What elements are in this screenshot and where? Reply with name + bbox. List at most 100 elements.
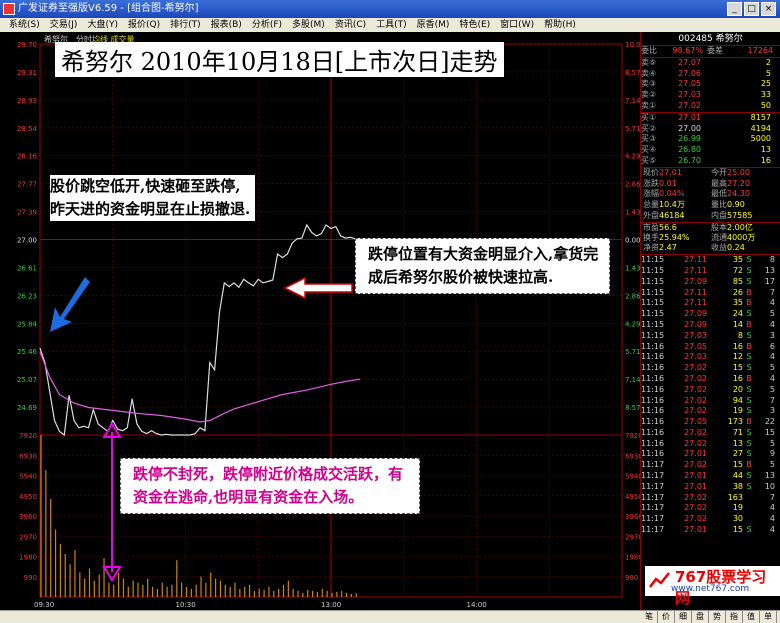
order-volume: 5000 [750,134,771,144]
menu-market[interactable]: 大盘(Y) [82,18,123,32]
buy-orders: 买① 27.01 8157 买② 27.00 4194 买③ 26.99 5000 买④ 26.80… [641,111,780,167]
tick-volume: 38 [732,481,743,491]
tick-row: 11:17 27.02 163 7 [641,493,780,504]
tick-row: 11:17 27.01 15 S 4 [641,525,780,536]
tick-direction: S [746,255,752,265]
tick-direction: S [746,363,752,373]
order-price: 26.99 [678,134,701,144]
tick-volume: 163 [727,492,743,502]
tick-count: 15 [764,427,775,437]
tick-volume: 173 [727,417,743,427]
stat-pair: 市盈56.6 [641,223,709,233]
stat-pair: 外盘46184 [641,211,709,222]
stat-value: 46184 [659,210,685,220]
menu-rank[interactable]: 排行(T) [165,18,206,32]
tick-list: 11:15 27.11 35 S 8 11:15 27.11 72 S 13 11:15 27.09 8… [641,254,780,536]
tick-direction: B [746,341,752,351]
weicha-label: 委差 [707,46,723,55]
tick-count: 7 [769,395,775,405]
tick-time: 11:16 [641,363,665,373]
tick-price: 27.09 [684,276,707,286]
close-button[interactable]: × [761,2,776,16]
menu-trade[interactable]: 交易(J) [45,18,83,32]
menu-multi[interactable]: 多股(M) [287,18,330,32]
bottom-tab[interactable]: 值 [743,611,760,623]
bottom-tab[interactable]: 盘 [692,611,709,623]
tick-volume: 35 [732,298,743,308]
stat-key: 最高 [711,178,727,188]
tick-row: 11:17 27.02 30 4 [641,514,780,525]
tick-count: 17 [764,276,775,286]
tick-time: 11:16 [641,417,665,427]
price-tick-label: 29.70 [17,41,37,49]
pct-tick-label: 0.00% [625,237,640,245]
tick-count: 7 [769,287,775,297]
volume-tick-label-right: 990 [625,574,638,582]
menu-bar: 系统(S) 交易(J) 大盘(Y) 报价(Q) 排行(T) 报表(B) 分析(F… [0,18,780,32]
tick-direction: B [746,373,752,383]
menu-origin[interactable]: 原香(M) [412,18,455,32]
bottom-tab[interactable]: 势 [709,611,726,623]
stat-pair: 现价27.01 [641,168,709,179]
pct-tick-label: 1.43% [625,209,640,217]
volume-tick-label: 3960 [19,513,37,521]
price-tick-label: 29.31 [17,69,37,77]
menu-tools[interactable]: 工具(T) [371,18,412,32]
bottom-tab[interactable]: 指 [726,611,743,623]
stat-row: 涨跌0.01 最高27.20 [641,179,780,190]
annotation-left: 股价跳空低开,快速砸至跌停,昨天进的资金明显在止损撤退. [50,175,255,221]
price-tick-label: 26.23 [17,292,37,300]
menu-help[interactable]: 帮助(H) [539,18,581,32]
price-tick-label: 25.46 [17,348,38,356]
bottom-tab[interactable]: 细 [675,611,692,623]
stat-row: 现价27.01 今开25.00 [641,168,780,179]
time-label: 10:30 [176,601,196,609]
stat-value: 0.24 [727,243,745,253]
buy-order-row: 买⑤ 26.70 16 [641,156,780,167]
tick-count: 4 [769,503,775,513]
tick-row: 11:16 27.02 71 S 15 [641,428,780,439]
tick-direction: S [746,481,752,491]
menu-info[interactable]: 资讯(C) [330,18,371,32]
menu-window[interactable]: 窗口(W) [495,18,539,32]
tick-volume: 35 [732,255,743,265]
menu-system[interactable]: 系统(S) [4,18,45,32]
volume-tick-label-right: 5940 [625,473,640,481]
tick-price: 27.01 [684,471,707,481]
tick-count: 8 [769,255,775,265]
order-volume: 16 [760,155,771,165]
tick-direction: S [746,395,752,405]
bottom-tab[interactable]: 价 [658,611,675,623]
maximize-button[interactable]: □ [744,2,759,16]
order-price: 27.03 [678,90,701,100]
bottom-tab[interactable]: 笔 [641,611,658,623]
tick-row: 11:16 27.03 12 S 4 [641,352,780,363]
tick-time: 11:17 [641,460,665,470]
volume-tick-label: 4950 [19,493,37,501]
stat-pair: 流通4000万 [709,233,777,244]
tick-row: 11:16 27.02 16 B 4 [641,374,780,385]
minimize-button[interactable]: _ [727,2,742,16]
menu-special[interactable]: 特色(E) [454,18,495,32]
tick-time: 11:15 [641,330,665,340]
menu-analysis[interactable]: 分析(F) [247,18,287,32]
tick-row: 11:15 27.09 24 S 5 [641,309,780,320]
tick-count: 6 [769,341,775,351]
tick-price: 27.09 [684,309,707,319]
bottom-tab[interactable]: 单 [760,611,777,623]
tick-price: 27.01 [684,525,707,535]
time-label: 13:00 [321,601,341,609]
menu-report[interactable]: 报表(B) [206,18,247,32]
volume-tick-label-right: 4950 [625,493,640,501]
tick-row: 11:16 27.02 19 S 3 [641,406,780,417]
tick-direction [743,493,755,504]
volume-tick-label: 990 [24,574,37,582]
tick-row: 11:15 27.11 35 B 4 [641,298,780,309]
stat-pair: 净资2.47 [641,243,709,254]
tick-price: 27.02 [684,503,707,513]
buy-order-row: 买③ 26.99 5000 [641,134,780,145]
stat-pair: 涨幅0.04% [641,189,709,200]
logo-url: www.net767.com [671,584,750,594]
menu-quote[interactable]: 报价(Q) [123,18,165,32]
tick-direction [743,514,755,525]
